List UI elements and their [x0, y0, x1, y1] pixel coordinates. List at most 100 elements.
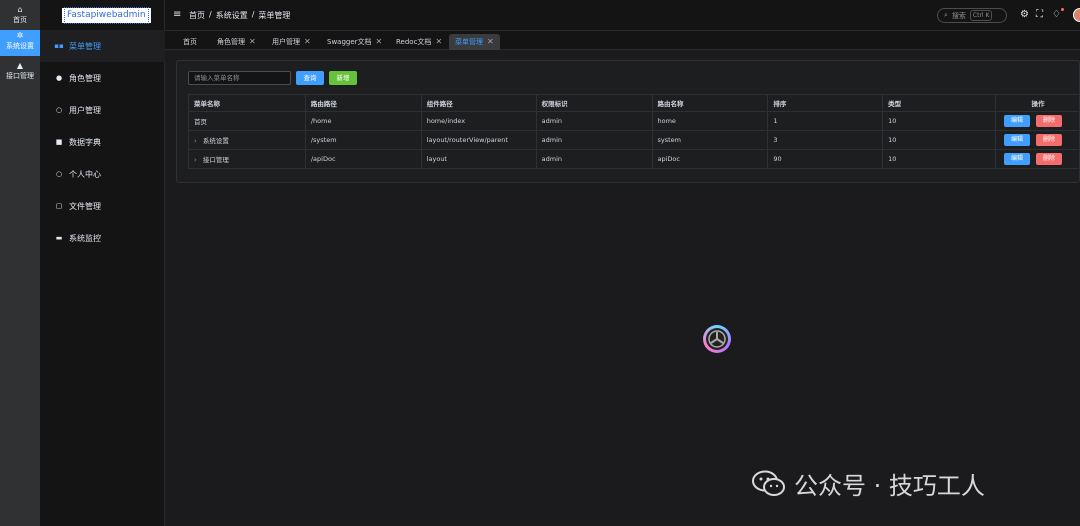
tab-label: 首页 — [183, 38, 197, 46]
close-icon[interactable]: ✕ — [487, 34, 494, 50]
logo[interactable]: Fastapiwebadmin — [62, 7, 151, 24]
cell-type: 10 — [882, 149, 996, 169]
book-icon: ■ — [55, 138, 63, 146]
sidebar-item-files[interactable]: ▢ 文件管理 — [40, 190, 165, 222]
cell-perm: admin — [535, 130, 653, 150]
rail-item-label: 首页 — [13, 16, 27, 24]
close-icon[interactable]: ✕ — [249, 34, 256, 50]
breadcrumb-item[interactable]: 系统设置 — [216, 10, 248, 21]
delete-button[interactable]: 删除 — [1035, 115, 1062, 127]
tab-roles[interactable]: 角色管理 ✕ — [211, 34, 262, 50]
cell-component: layout/routerView/parent — [420, 130, 537, 150]
tab-label: Swagger文档 — [327, 38, 372, 46]
edit-button[interactable]: 编辑 — [1003, 134, 1030, 146]
cell-route-name: home — [651, 111, 769, 131]
table-row: › 系统设置 /system layout/routerView/parent a… — [188, 130, 1080, 150]
close-icon[interactable]: ✕ — [435, 34, 442, 50]
cell-perm: admin — [535, 111, 653, 131]
cell-name: 首页 — [188, 111, 306, 131]
avatar[interactable] — [1073, 8, 1080, 22]
cell-type: 10 — [882, 111, 996, 131]
sidebar-item-label: 个人中心 — [69, 169, 101, 179]
person-icon: ○ — [55, 170, 63, 178]
tab-home[interactable]: 首页 — [177, 34, 203, 50]
watermark: 公众号 · 技巧工人 — [752, 466, 985, 501]
loading-spinner-icon — [703, 325, 731, 353]
menu-card: 请输入菜单名称 查询 新增 菜单名称 路由路径 组件路径 权限标识 路由名称 排… — [176, 60, 1080, 183]
tab-users[interactable]: 用户管理 ✕ — [266, 34, 317, 50]
cell-actions: 编辑 删除 — [994, 130, 1080, 150]
tab-menu[interactable]: 菜单管理 ✕ — [449, 34, 500, 50]
sidebar: Fastapiwebadmin ▪▪ 菜单管理 ● 角色管理 ○ 用户管理 ■ … — [40, 0, 165, 526]
rail-item-label: 接口管理 — [6, 72, 34, 80]
watermark-text: 公众号 · 技巧工人 — [794, 472, 985, 500]
cell-path: /system — [304, 130, 422, 150]
breadcrumb: 首页 / 系统设置 / 菜单管理 — [189, 10, 290, 21]
sidebar-item-label: 数据字典 — [69, 137, 101, 147]
cell-actions: 编辑 删除 — [994, 111, 1080, 131]
menu-name: 系统设置 — [202, 137, 229, 145]
cell-actions: 编辑 删除 — [994, 149, 1080, 169]
cell-perm: admin — [535, 149, 653, 169]
add-button[interactable]: 新增 — [329, 71, 357, 85]
rail-item-api[interactable]: ▲ 接口管理 — [0, 60, 40, 86]
menu-table: 菜单名称 路由路径 组件路径 权限标识 路由名称 排序 类型 操作 首页 /ho… — [188, 94, 1080, 169]
column-header: 排序 — [767, 94, 884, 112]
cell-component: home/index — [420, 111, 537, 131]
search-icon: ⌕ — [944, 11, 948, 19]
logo-text: Fastapiwebadmin — [64, 7, 149, 24]
breadcrumb-item[interactable]: 首页 — [189, 10, 205, 21]
sidebar-item-users[interactable]: ○ 用户管理 — [40, 94, 165, 126]
cell-route-name: system — [651, 130, 769, 150]
sidebar-item-dict[interactable]: ■ 数据字典 — [40, 126, 165, 158]
monitor-icon: ▬ — [55, 234, 63, 242]
sidebar-item-label: 系统监控 — [69, 233, 101, 243]
sidebar-item-roles[interactable]: ● 角色管理 — [40, 62, 165, 94]
tab-redoc[interactable]: Redoc文档 ✕ — [390, 34, 448, 50]
global-search[interactable]: ⌕ 搜索 Ctrl K — [937, 8, 1007, 23]
rail-item-label: 系统设置 — [6, 42, 34, 50]
notification-bell-icon[interactable]: ♢ — [1052, 9, 1061, 20]
tab-label: 菜单管理 — [455, 38, 483, 46]
rail-item-system[interactable]: ✲ 系统设置 — [0, 30, 40, 56]
cell-component: layout — [420, 149, 537, 169]
cell-path: /apiDoc — [304, 149, 422, 169]
sidebar-item-menu[interactable]: ▪▪ 菜单管理 — [40, 30, 165, 62]
column-header: 类型 — [882, 94, 996, 112]
query-button[interactable]: 查询 — [296, 71, 324, 85]
sidebar-item-monitor[interactable]: ▬ 系统监控 — [40, 222, 165, 254]
menu-name-search-input[interactable]: 请输入菜单名称 — [188, 71, 291, 85]
sidebar-item-label: 角色管理 — [69, 73, 101, 83]
menu-toggle-icon[interactable]: ≡ — [173, 9, 181, 20]
column-header: 权限标识 — [535, 94, 653, 112]
breadcrumb-item: 菜单管理 — [258, 11, 291, 20]
column-header: 菜单名称 — [188, 94, 306, 112]
delete-button[interactable]: 删除 — [1035, 134, 1062, 146]
header: ≡ 首页 / 系统设置 / 菜单管理 ⌕ 搜索 Ctrl K ⚙ ⛶ ♢ — [165, 0, 1080, 31]
close-icon[interactable]: ✕ — [376, 34, 383, 50]
chevron-right-icon[interactable]: › — [194, 156, 197, 164]
close-icon[interactable]: ✕ — [304, 34, 311, 50]
user-icon: ● — [55, 74, 63, 82]
cell-sort: 90 — [767, 149, 884, 169]
tab-label: 用户管理 — [272, 38, 300, 46]
user-outline-icon: ○ — [55, 106, 63, 114]
column-header: 组件路径 — [420, 94, 537, 112]
edit-button[interactable]: 编辑 — [1003, 115, 1030, 127]
table-header-row: 菜单名称 路由路径 组件路径 权限标识 路由名称 排序 类型 操作 — [188, 94, 1080, 112]
menu-name: 首页 — [194, 118, 207, 126]
cell-path: /home — [304, 111, 422, 131]
settings-icon[interactable]: ⚙ — [1020, 9, 1029, 20]
chevron-right-icon[interactable]: › — [194, 137, 197, 145]
table-row: › 接口管理 /apiDoc layout admin apiDoc 90 10 … — [188, 149, 1080, 169]
fullscreen-icon[interactable]: ⛶ — [1036, 9, 1043, 20]
gear-icon: ✲ — [16, 31, 24, 40]
column-header: 路由名称 — [651, 94, 769, 112]
sidebar-item-profile[interactable]: ○ 个人中心 — [40, 158, 165, 190]
tab-swagger[interactable]: Swagger文档 ✕ — [321, 34, 388, 50]
column-header: 操作 — [994, 94, 1080, 112]
rail-item-home[interactable]: ⌂ 首页 — [0, 4, 40, 30]
edit-button[interactable]: 编辑 — [1003, 153, 1030, 165]
cell-name: › 系统设置 — [188, 130, 306, 150]
delete-button[interactable]: 删除 — [1035, 153, 1062, 165]
